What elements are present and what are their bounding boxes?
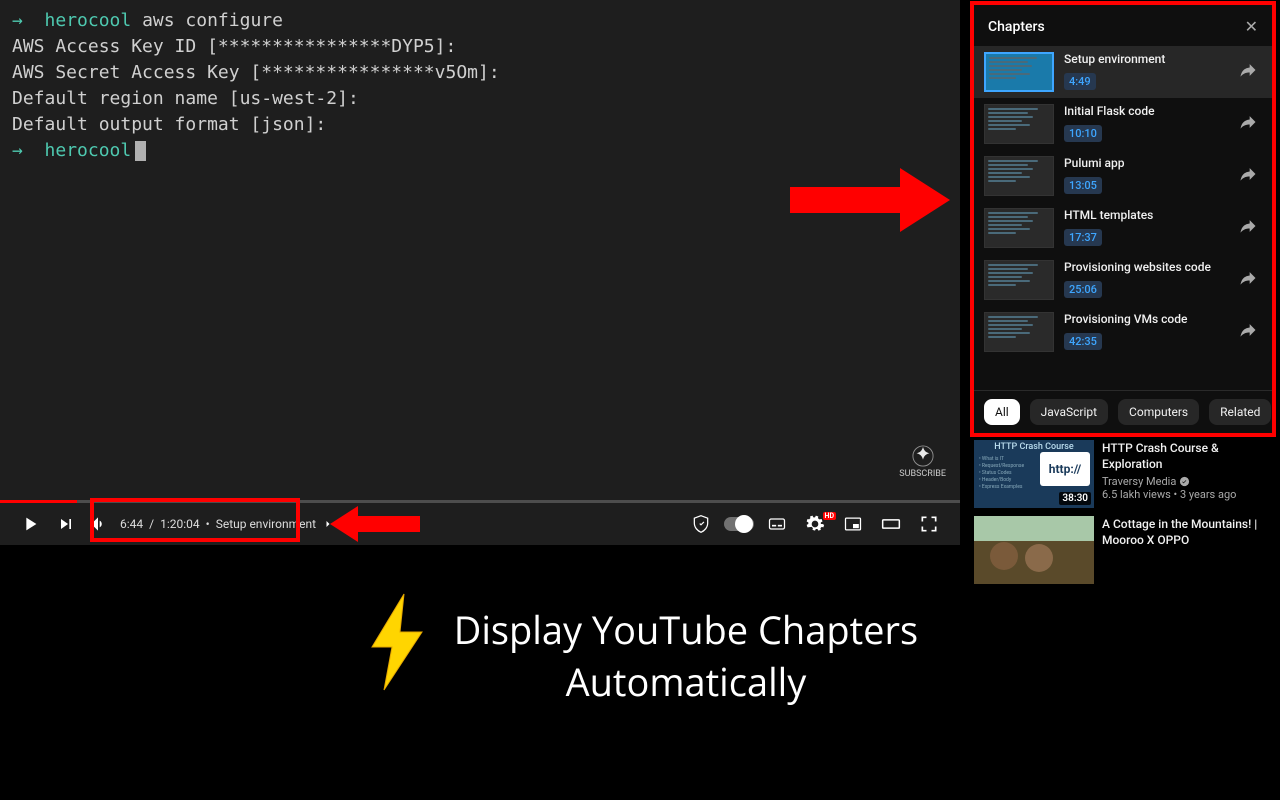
terminal-line: Default region name [us-west-2]: (12, 86, 500, 112)
red-arrow-left (330, 504, 420, 544)
chapter-timestamp: 42:35 (1064, 333, 1102, 350)
chapter-timestamp: 4:49 (1064, 73, 1096, 90)
lightning-icon (362, 592, 432, 704)
autoplay-toggle[interactable] (720, 517, 758, 531)
promo-text: Display YouTube Chapters Automatically (0, 600, 1280, 712)
fullscreen-button[interactable] (910, 514, 948, 534)
chapter-timestamp: 10:10 (1064, 125, 1102, 142)
share-icon[interactable] (1238, 164, 1262, 188)
close-icon[interactable]: ✕ (1245, 17, 1258, 36)
terminal-line: AWS Secret Access Key [****************v… (12, 60, 500, 86)
prompt-user: herocool (45, 10, 132, 31)
red-arrow-right (790, 165, 950, 235)
chapter-thumbnail (984, 312, 1054, 352)
volume-button[interactable] (84, 514, 112, 534)
chapter-row[interactable]: HTML templates 17:37 (974, 202, 1272, 254)
chapter-row[interactable]: Initial Flask code 10:10 (974, 98, 1272, 150)
chapter-timestamp: 13:05 (1064, 177, 1102, 194)
chapter-thumbnail (984, 52, 1054, 92)
terminal-line: AWS Access Key ID [****************DYP5]… (12, 34, 500, 60)
chapter-title: Initial Flask code (1064, 104, 1228, 118)
suggested-title: A Cottage in the Mountains! | Mooroo X O… (1102, 516, 1276, 548)
filter-chip[interactable]: Computers (1118, 399, 1199, 425)
chapters-title: Chapters (988, 19, 1045, 35)
chapter-timestamp: 25:06 (1064, 281, 1102, 298)
prompt-arrow: → (12, 10, 23, 31)
chapter-thumbnail (984, 208, 1054, 248)
verified-icon (1179, 476, 1190, 487)
chapters-panel: Chapters ✕ Setup environment 4:49 Initia… (974, 5, 1272, 433)
filter-chip[interactable]: All (984, 399, 1020, 425)
share-icon[interactable] (1238, 112, 1262, 136)
captions-button[interactable] (758, 514, 796, 534)
theater-button[interactable] (872, 514, 910, 534)
chapter-list[interactable]: Setup environment 4:49 Initial Flask cod… (974, 46, 1272, 381)
suggested-meta: 6.5 lakh views • 3 years ago (1102, 488, 1276, 501)
chapter-title: Pulumi app (1064, 156, 1228, 170)
filter-chip[interactable]: JavaScript (1030, 399, 1108, 425)
player-controls: 6:44 / 1:20:04 • Setup environment HD (0, 503, 960, 545)
channel-watermark[interactable]: SUBSCRIBE (899, 445, 946, 479)
terminal-command: aws configure (142, 10, 283, 31)
suggested-thumbnail: HTTP Crash Course • What is IT • Request… (974, 440, 1094, 508)
prompt-user: herocool (45, 140, 132, 161)
chapter-title: Provisioning VMs code (1064, 312, 1228, 326)
total-time: 1:20:04 (160, 517, 200, 531)
terminal-content: → herocool aws configure AWS Access Key … (12, 8, 500, 164)
next-button[interactable] (48, 514, 84, 534)
chapter-timestamp: 17:37 (1064, 229, 1102, 246)
suggested-video-row[interactable]: A Cottage in the Mountains! | Mooroo X O… (974, 516, 1276, 584)
current-chapter-label: Setup environment (216, 517, 316, 531)
video-duration: 38:30 (1059, 492, 1091, 505)
share-icon[interactable] (1238, 268, 1262, 292)
share-icon[interactable] (1238, 216, 1262, 240)
filter-chip[interactable]: Related (1209, 399, 1271, 425)
play-button[interactable] (12, 513, 48, 535)
terminal-cursor (135, 141, 146, 161)
suggested-title: HTTP Crash Course & Exploration (1102, 440, 1276, 472)
settings-button[interactable]: HD (796, 514, 834, 534)
suggested-channel: Traversy Media (1102, 475, 1276, 488)
chapter-row[interactable]: Setup environment 4:49 (974, 46, 1272, 98)
chapters-header: Chapters ✕ (974, 5, 1272, 46)
chapter-row[interactable]: Provisioning VMs code 42:35 (974, 306, 1272, 358)
chapter-thumbnail (984, 260, 1054, 300)
terminal-line: Default output format [json]: (12, 112, 500, 138)
chapter-title: Setup environment (1064, 52, 1228, 66)
share-icon[interactable] (1238, 60, 1262, 84)
http-badge: http:// (1040, 452, 1090, 486)
suggested-videos: HTTP Crash Course • What is IT • Request… (974, 440, 1276, 592)
chapter-title: Provisioning websites code (1064, 260, 1228, 274)
shield-icon[interactable] (682, 514, 720, 534)
chapter-thumbnail (984, 156, 1054, 196)
chapter-title: HTML templates (1064, 208, 1228, 222)
chapter-thumbnail (984, 104, 1054, 144)
chapter-row[interactable]: Provisioning websites code 25:06 (974, 254, 1272, 306)
miniplayer-button[interactable] (834, 514, 872, 534)
filter-chips-row: All JavaScript Computers Related (974, 390, 1272, 433)
suggested-video-row[interactable]: HTTP Crash Course • What is IT • Request… (974, 440, 1276, 508)
video-player-area: → herocool aws configure AWS Access Key … (0, 0, 960, 545)
share-icon[interactable] (1238, 320, 1262, 344)
time-chapter-display[interactable]: 6:44 / 1:20:04 • Setup environment (112, 513, 342, 535)
current-time: 6:44 (120, 517, 143, 531)
chapter-row[interactable]: Pulumi app 13:05 (974, 150, 1272, 202)
suggested-thumbnail (974, 516, 1094, 584)
prompt-arrow: → (12, 140, 23, 161)
